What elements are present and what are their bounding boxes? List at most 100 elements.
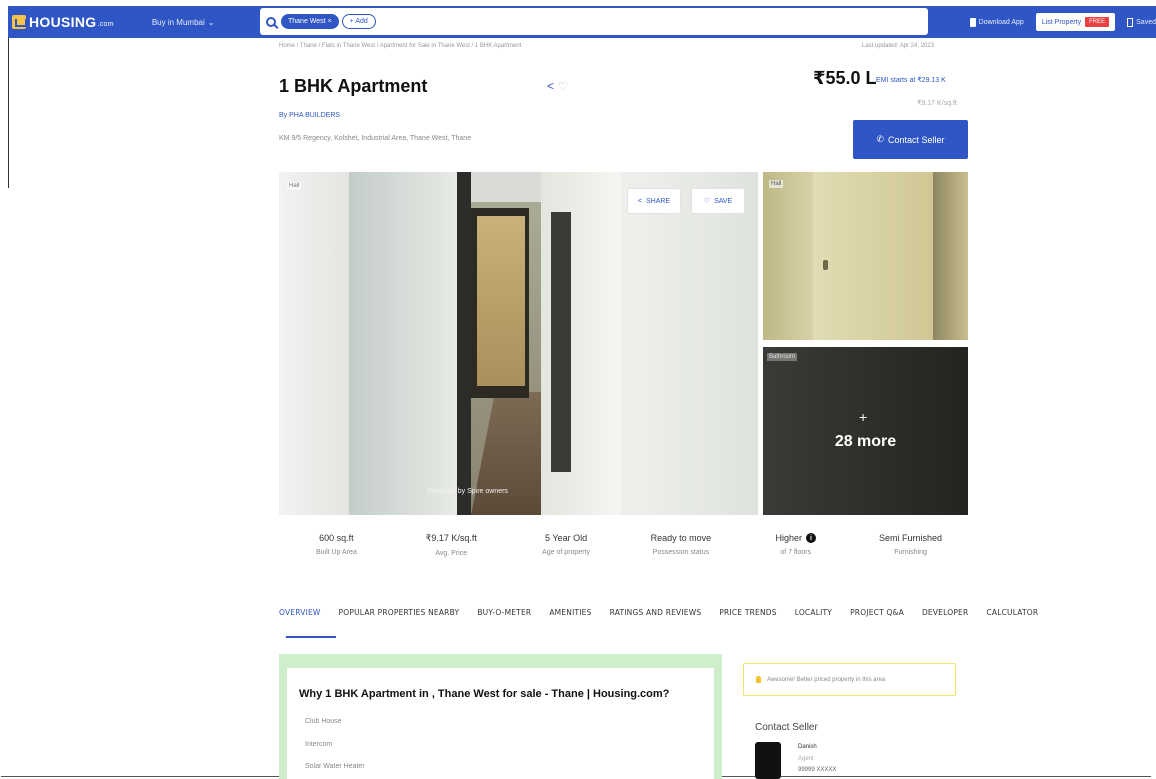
photo-wall [933,172,968,340]
contact-seller-label: Contact Seller [888,134,945,145]
info-icon[interactable]: i [805,533,816,543]
share-icon[interactable]: < [547,79,554,93]
tab-price-trends[interactable]: PRICE TRENDS [719,608,776,628]
stat-floor-value: Higher [775,533,802,543]
saved-label: Saved [1136,18,1156,26]
stat-value: ₹9.17 K/sq.ft [425,533,477,543]
housing-logo[interactable]: HOUSING .com [12,14,114,30]
search-location-label: Thane West [288,18,326,25]
city-select[interactable]: Buy in Mumbai ⌄ [152,18,215,27]
photo-door-knob [823,260,828,270]
why-item: Club House [305,718,342,725]
stat-furnishing: Semi Furnished Furnishing [853,533,968,573]
stat-label: Possession status [652,549,710,556]
property-stats: 600 sq.ft Built Up Area ₹9.17 K/sq.ft Av… [279,533,968,573]
heart-icon[interactable]: ♡ [558,80,568,93]
search-icon [266,16,276,27]
tab-calculator[interactable]: CALCULATOR [986,608,1038,628]
photo-wall [763,172,813,340]
photo-wall [349,172,459,515]
tab-overview[interactable]: OVERVIEW [279,608,321,628]
stat-value: Ready to move [650,533,712,543]
seller-phone: 99999 XXXXX [798,767,837,773]
stat-label: Avg. Price [435,550,468,557]
avatar [755,742,781,779]
plus-icon: + [859,409,868,425]
tab-developer[interactable]: DEVELOPER [922,608,968,628]
tab-buy-o-meter[interactable]: BUY-O-METER [477,608,531,628]
heart-icon: ♡ [703,198,711,205]
search-bar[interactable]: Thane West × + Add [260,8,928,35]
listing-address: KM 9/5 Regency, Kolshet, Industrial Area… [279,135,472,142]
lightbulb-icon [756,676,761,683]
download-app-label: Download App [978,18,1024,26]
logo-text: HOUSING [29,14,97,30]
stat-possession: Ready to move Possession status [623,533,738,573]
add-location-button[interactable]: + Add [341,14,376,29]
photo-wall [621,172,758,515]
list-property-button[interactable]: List Property FREE [1035,13,1116,31]
navbar-actions: Download App List Property FREE Saved [969,6,1156,38]
seller-name: Danish [798,744,817,750]
phone-call-icon: ✆ [876,134,884,144]
seller-role: Agent [798,756,814,762]
bookmark-icon [1127,17,1134,27]
stat-label: Age of property [542,549,590,556]
saved-link[interactable]: Saved [1127,17,1156,27]
why-item: Solar Water Heater [305,763,365,770]
city-select-label: Buy in Mumbai [151,17,205,27]
stat-value-floor: Higher i [738,533,853,543]
share-label: SHARE [645,197,671,205]
top-navbar: HOUSING .com Buy in Mumbai ⌄ Thane West … [8,6,1156,38]
tab-popular-properties[interactable]: POPULAR PROPERTIES NEARBY [339,608,460,628]
last-updated: Last updated: Apr 24, 2023 [862,43,935,49]
stat-age: 5 Year Old Age of property [509,533,624,573]
why-title: Why 1 BHK Apartment in , Thane West for … [299,688,670,700]
download-app-link[interactable]: Download App [969,17,1024,27]
close-icon[interactable]: × [328,18,332,25]
stat-label: of 7 floors [780,549,812,556]
photo-doorway-inner [477,216,525,386]
stat-floor: Higher i of 7 floors [738,533,853,573]
photo-caption: Reported by Spire owners [427,488,508,495]
photo-door [551,212,571,472]
photo-tag: Hall [769,180,784,188]
gallery-thumb-hall[interactable]: Hall [763,172,968,340]
contact-seller-button[interactable]: ✆ Contact Seller [853,120,968,159]
contact-seller-heading: Contact Seller [755,722,818,733]
free-badge: FREE [1085,17,1110,27]
save-button[interactable]: ♡ SAVE [691,188,745,214]
tab-amenities[interactable]: AMENITIES [549,608,591,628]
photo-door [813,172,933,340]
builder-link[interactable]: By PHA BUILDERS [279,112,340,119]
photo-tag: Bathroom [767,353,798,361]
stat-value: 600 sq.ft [319,533,354,543]
stat-label: Built Up Area [315,549,357,556]
list-property-label: List Property [1041,18,1082,26]
share-icon: < [637,197,642,205]
listing-price: ₹55.0 L [813,68,877,88]
search-location-chip[interactable]: Thane West × [281,14,339,29]
section-tabs: OVERVIEW POPULAR PROPERTIES NEARBY BUY-O… [279,608,1056,628]
why-item: Intercom [305,741,333,748]
tab-locality[interactable]: LOCALITY [795,608,832,628]
photo-door-frame [457,172,471,515]
price-awareness-banner: Awesome! Better priced property in this … [743,663,956,696]
breadcrumb[interactable]: Home / Thane / Flats in Thane West / Apa… [279,43,521,49]
stat-area: 600 sq.ft Built Up Area [279,533,394,573]
logo-suffix: .com [97,21,114,28]
chevron-down-icon: ⌄ [207,17,215,27]
share-button[interactable]: < SHARE [627,188,681,214]
tab-project-qa[interactable]: PROJECT Q&A [850,608,904,628]
photo-wall [279,172,349,515]
gallery-main-photo[interactable]: Hall Reported by Spire owners < SHARE ♡ … [279,172,758,515]
emi-link[interactable]: EMI starts at ₹29.13 K [876,76,946,84]
tab-ratings[interactable]: RATINGS AND REVIEWS [610,608,702,628]
phone-icon [969,17,976,27]
page-border-left [8,38,9,188]
title-actions: < ♡ [547,79,575,93]
awareness-text: Awesome! Better priced property in this … [767,676,886,683]
page-title: 1 BHK Apartment [279,76,428,96]
gallery-thumb-more[interactable]: Bathroom + 28 more [763,347,968,515]
more-photos-label: 28 more [834,433,897,450]
